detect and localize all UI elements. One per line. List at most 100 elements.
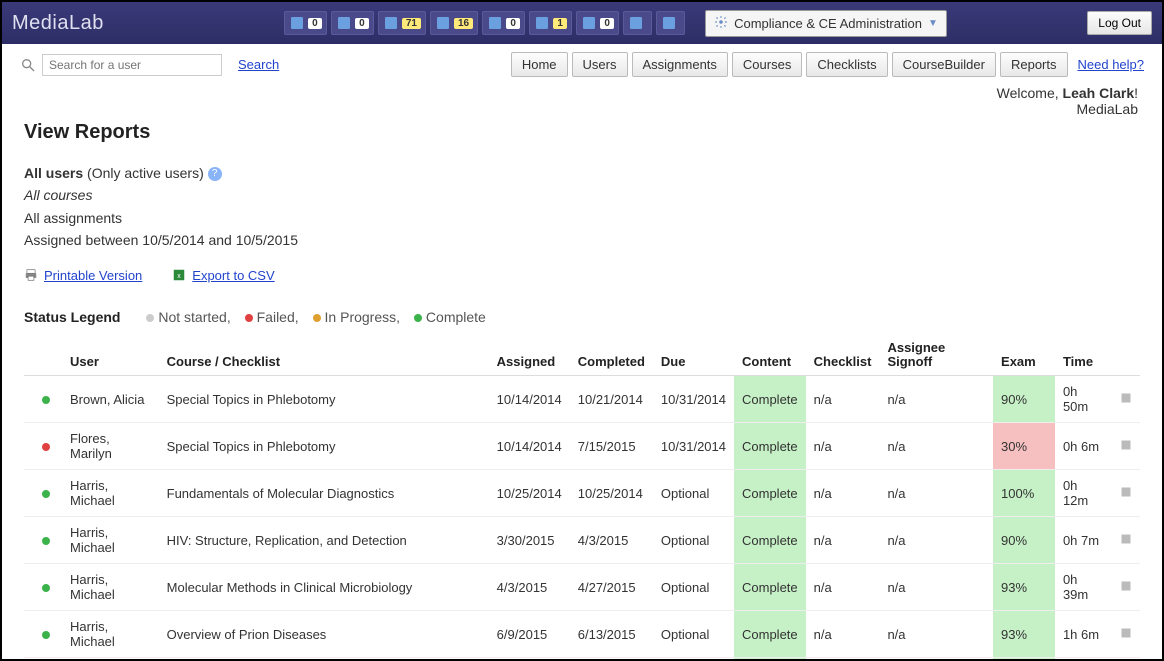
- row-action-button[interactable]: [1112, 470, 1140, 517]
- col-exam[interactable]: Exam: [993, 335, 1055, 376]
- user-cell[interactable]: Harris, Michael: [62, 517, 159, 564]
- top-shield-icon[interactable]: 0: [482, 11, 525, 35]
- content-cell: Complete: [734, 564, 806, 611]
- nav-tab-users[interactable]: Users: [572, 52, 628, 77]
- doc-icon: [289, 15, 305, 31]
- status-dot-icon: [42, 490, 50, 498]
- course-cell[interactable]: HIV: Structure, Replication, and Detecti…: [159, 517, 489, 564]
- nav-tab-assignments[interactable]: Assignments: [632, 52, 728, 77]
- exam-cell: 100%: [993, 658, 1055, 659]
- badge: 0: [308, 18, 322, 29]
- logout-button[interactable]: Log Out: [1087, 11, 1152, 35]
- welcome-suffix: !: [1134, 85, 1138, 101]
- nav-tab-home[interactable]: Home: [511, 52, 568, 77]
- time-cell: 0h 7m: [1055, 517, 1112, 564]
- top-person-icon[interactable]: [656, 11, 685, 35]
- status-dot-icon: [42, 537, 50, 545]
- status-dot-icon: [42, 396, 50, 404]
- user-cell[interactable]: Johnson, Kelly: [62, 658, 159, 659]
- row-action-button[interactable]: [1112, 517, 1140, 564]
- nav-tab-coursebuilder[interactable]: CourseBuilder: [892, 52, 996, 77]
- status-dot-complete: [414, 314, 422, 322]
- card-icon: [534, 15, 550, 31]
- col-completed[interactable]: Completed: [570, 335, 653, 376]
- content-cell: Complete: [734, 517, 806, 564]
- badge: 1: [553, 18, 567, 29]
- export-csv-link[interactable]: x Export to CSV: [172, 268, 274, 283]
- row-action-button[interactable]: [1112, 564, 1140, 611]
- printable-version-link[interactable]: Printable Version: [24, 268, 142, 283]
- assigned-cell: 10/14/2014: [489, 376, 570, 423]
- row-action-button[interactable]: [1112, 658, 1140, 659]
- folder-icon: [435, 15, 451, 31]
- col-time[interactable]: Time: [1055, 335, 1112, 376]
- signoff-cell: n/a: [879, 658, 993, 659]
- brand-logo: MediaLab: [12, 12, 104, 35]
- top-card-icon[interactable]: 1: [529, 11, 572, 35]
- user-cell[interactable]: Harris, Michael: [62, 611, 159, 658]
- user-cell[interactable]: Harris, Michael: [62, 564, 159, 611]
- badge: 0: [600, 18, 614, 29]
- top-globe-icon[interactable]: 71: [378, 11, 426, 35]
- row-action-button[interactable]: [1112, 611, 1140, 658]
- need-help-link[interactable]: Need help?: [1078, 57, 1145, 72]
- legend-complete: Complete: [426, 309, 486, 325]
- row-action-button[interactable]: [1112, 376, 1140, 423]
- assigned-cell: 10/25/2014: [489, 470, 570, 517]
- badge: 0: [506, 18, 520, 29]
- user-cell[interactable]: Harris, Michael: [62, 470, 159, 517]
- due-cell: 10/31/2014: [653, 658, 734, 659]
- assigned-cell: 10/14/2014: [489, 658, 570, 659]
- status-cell: [24, 517, 62, 564]
- col-course[interactable]: Course / Checklist: [159, 335, 489, 376]
- status-legend: Status Legend Not started, Failed, In Pr…: [24, 309, 1140, 325]
- row-action-button[interactable]: [1112, 423, 1140, 470]
- checklist-cell: n/a: [806, 423, 880, 470]
- top-folder-icon[interactable]: 16: [430, 11, 478, 35]
- search-link[interactable]: Search: [238, 57, 279, 72]
- signoff-cell: n/a: [879, 517, 993, 564]
- nav-tab-courses[interactable]: Courses: [732, 52, 802, 77]
- course-cell[interactable]: Special Topics in Phlebotomy: [159, 376, 489, 423]
- col-content[interactable]: Content: [734, 335, 806, 376]
- col-user[interactable]: User: [62, 335, 159, 376]
- user-cell[interactable]: Brown, Alicia: [62, 376, 159, 423]
- col-assigned[interactable]: Assigned: [489, 335, 570, 376]
- nav-tab-reports[interactable]: Reports: [1000, 52, 1068, 77]
- filter-courses: All courses: [24, 187, 92, 203]
- help-icon[interactable]: ?: [208, 167, 222, 181]
- status-cell: [24, 564, 62, 611]
- user-cell[interactable]: Flores, Marilyn: [62, 423, 159, 470]
- due-cell: Optional: [653, 564, 734, 611]
- nav-tab-checklists[interactable]: Checklists: [806, 52, 887, 77]
- badge: 16: [454, 18, 473, 29]
- course-cell[interactable]: Special Topics in Phlebotomy: [159, 423, 489, 470]
- checklist-cell: n/a: [806, 470, 880, 517]
- top-doc-icon[interactable]: 0: [284, 11, 327, 35]
- course-cell[interactable]: Overview of Prion Diseases: [159, 611, 489, 658]
- gear-icon: [714, 15, 728, 32]
- export-csv-label: Export to CSV: [192, 268, 274, 283]
- col-checklist[interactable]: Checklist: [806, 335, 880, 376]
- top-icon-row: 007116010: [284, 11, 685, 35]
- top-mail-icon[interactable]: 0: [576, 11, 619, 35]
- course-cell[interactable]: Special Topics in Phlebotomy: [159, 658, 489, 659]
- top-key-icon[interactable]: [623, 11, 652, 35]
- report-table: User Course / Checklist Assigned Complet…: [24, 335, 1140, 659]
- filter-daterange: Assigned between 10/5/2014 and 10/5/2015: [24, 229, 1140, 251]
- col-due[interactable]: Due: [653, 335, 734, 376]
- top-list-icon[interactable]: 0: [331, 11, 374, 35]
- search-input[interactable]: [42, 54, 222, 76]
- table-row: Harris, MichaelHIV: Structure, Replicati…: [24, 517, 1140, 564]
- completed-cell: 10/20/2014: [570, 658, 653, 659]
- exam-cell: 93%: [993, 611, 1055, 658]
- col-signoff[interactable]: Assignee Signoff: [879, 335, 993, 376]
- signoff-cell: n/a: [879, 423, 993, 470]
- content-cell: Complete: [734, 423, 806, 470]
- col-action: [1112, 335, 1140, 376]
- course-cell[interactable]: Fundamentals of Molecular Diagnostics: [159, 470, 489, 517]
- course-cell[interactable]: Molecular Methods in Clinical Microbiolo…: [159, 564, 489, 611]
- status-cell: [24, 658, 62, 659]
- admin-area-dropdown[interactable]: Compliance & CE Administration ▼: [705, 10, 947, 37]
- signoff-cell: n/a: [879, 611, 993, 658]
